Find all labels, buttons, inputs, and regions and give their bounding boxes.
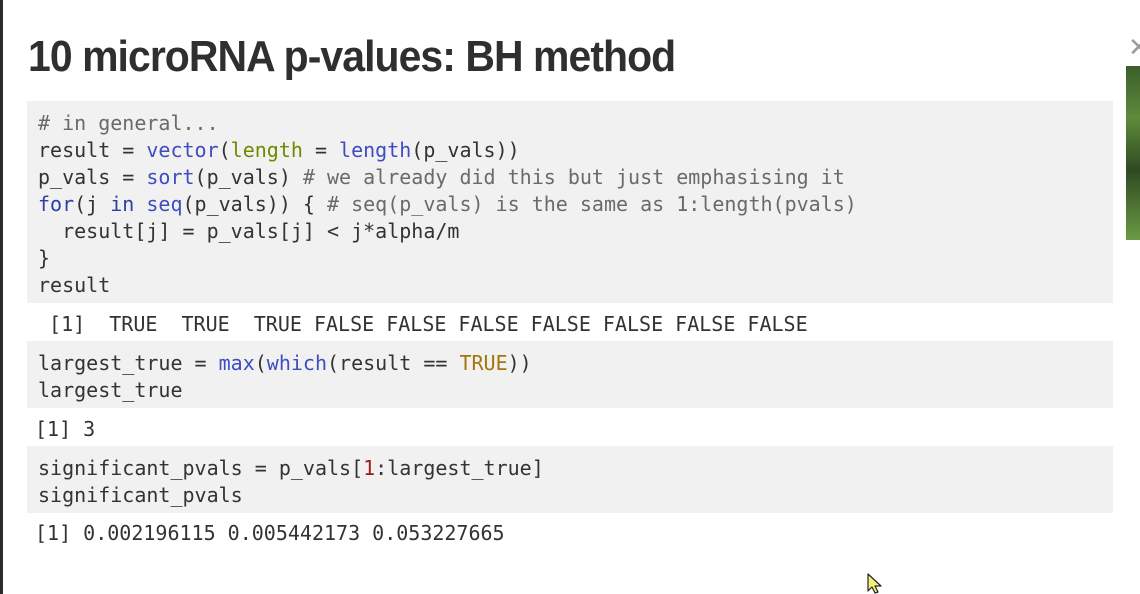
- code-number: 1: [363, 456, 376, 480]
- code-token: result =: [38, 138, 147, 162]
- code-chunk-1: # in general... result = vector(length =…: [27, 101, 1113, 303]
- code-token: (: [254, 351, 267, 375]
- code-token: p_vals =: [38, 165, 147, 189]
- code-argument: length: [230, 138, 303, 162]
- code-keyword: in: [110, 192, 135, 216]
- code-function: sort: [146, 165, 195, 189]
- code-output-1: [1] TRUE TRUE TRUE FALSE FALSE FALSE FAL…: [37, 312, 808, 336]
- code-line: largest_true = max(which(result == TRUE)…: [38, 350, 1102, 377]
- video-thumbnail[interactable]: [1126, 66, 1140, 240]
- slide-left-border: [0, 0, 3, 594]
- code-token: (p_vals)): [411, 138, 520, 162]
- code-token: (result ==: [327, 351, 460, 375]
- code-function: max: [218, 351, 255, 375]
- code-token: )): [507, 351, 532, 375]
- code-line: result: [38, 273, 111, 297]
- code-line: p_vals = sort(p_vals) # we already did t…: [38, 164, 1102, 191]
- code-function: vector: [146, 138, 219, 162]
- code-token: :largest_true]: [375, 456, 544, 480]
- code-function: which: [266, 351, 328, 375]
- code-token: significant_pvals = p_vals[: [38, 456, 364, 480]
- code-token: =: [302, 138, 340, 162]
- close-icon[interactable]: ✕: [1128, 34, 1140, 62]
- code-output-3: [1] 0.002196115 0.005442173 0.053227665: [35, 521, 505, 545]
- code-token: (: [218, 138, 231, 162]
- code-comment: # seq(p_vals) is the same as 1:length(pv…: [327, 192, 857, 216]
- code-output-2: [1] 3: [35, 417, 96, 441]
- code-keyword: for: [38, 192, 75, 216]
- code-line: result = vector(length = length(p_vals)): [38, 137, 1102, 164]
- code-line: }: [38, 246, 51, 270]
- code-chunk-3: significant_pvals = p_vals[1:largest_tru…: [27, 446, 1113, 513]
- slide-title: 10 microRNA p-values: BH method: [28, 32, 676, 81]
- code-line: result[j] = p_vals[j] < j*alpha/m: [38, 219, 460, 243]
- code-comment: # we already did this but just emphasisi…: [302, 165, 845, 189]
- code-token: (p_vals)) {: [182, 192, 328, 216]
- mouse-pointer-icon: [867, 573, 882, 594]
- code-chunk-2: largest_true = max(which(result == TRUE)…: [27, 341, 1113, 408]
- code-token: largest_true =: [38, 351, 219, 375]
- code-line: significant_pvals: [38, 483, 243, 507]
- code-token: (p_vals): [194, 165, 303, 189]
- code-line: largest_true: [38, 378, 183, 402]
- code-line: # in general...: [38, 111, 219, 135]
- code-function: seq: [146, 192, 183, 216]
- code-token: (j: [74, 192, 111, 216]
- code-literal: TRUE: [459, 351, 508, 375]
- code-line: for(j in seq(p_vals)) { # seq(p_vals) is…: [38, 191, 1102, 218]
- code-line: significant_pvals = p_vals[1:largest_tru…: [38, 455, 1102, 482]
- code-function: length: [339, 138, 412, 162]
